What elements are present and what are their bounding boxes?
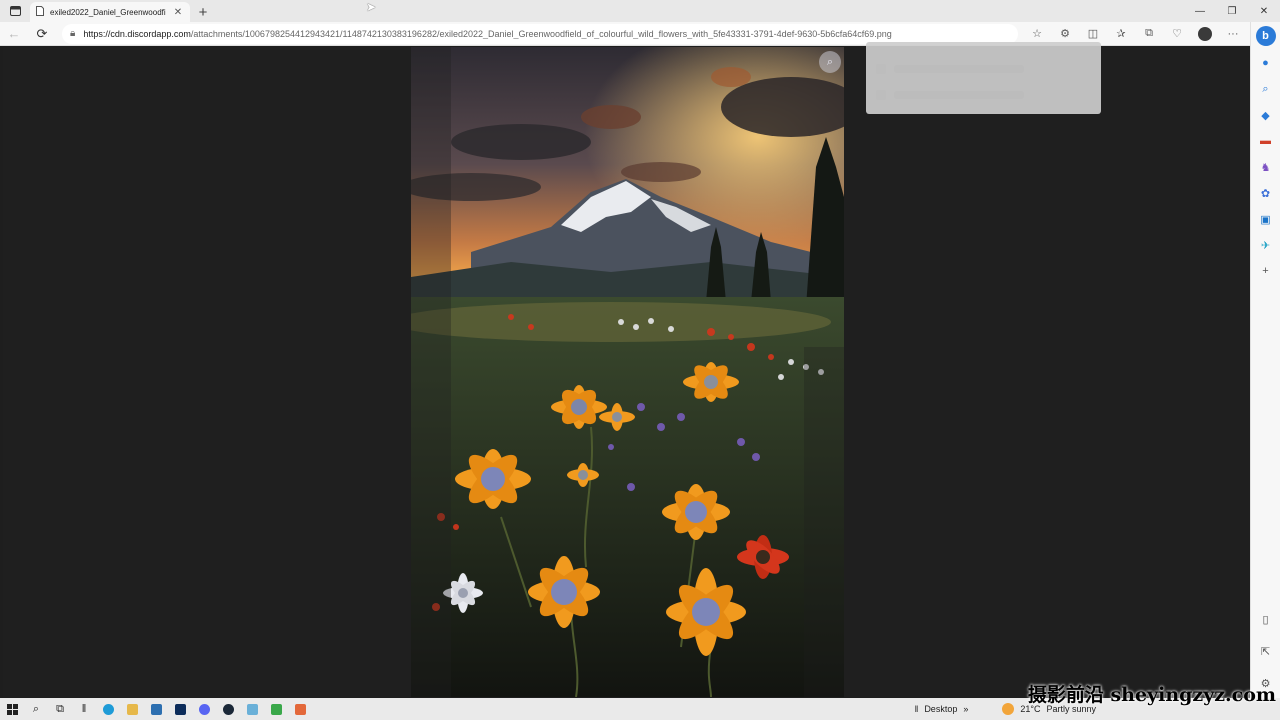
wildflower-mountain-photo[interactable] [411, 47, 844, 697]
more-dots-icon[interactable]: ··· [1220, 22, 1246, 46]
microsoft365-icon[interactable]: ✿ [1257, 184, 1275, 202]
outlook-icon[interactable]: ▣ [1257, 210, 1275, 228]
context-popup [866, 42, 1101, 114]
desktop-toolbar[interactable]: Desktop [924, 704, 957, 714]
magnify-icon[interactable]: ⌕ [819, 51, 841, 73]
green-app-icon[interactable] [264, 698, 288, 720]
popup-item[interactable] [876, 62, 1024, 76]
page-icon [36, 5, 44, 19]
popup-item-label [894, 91, 1024, 99]
notepad-icon[interactable] [240, 698, 264, 720]
watermark: 摄影前沿 sheyingzyz.com [1027, 684, 1276, 706]
search-icon[interactable]: ⌕ [1257, 80, 1275, 98]
close-window-button[interactable]: ✕ [1248, 0, 1280, 22]
tab-actions-icon[interactable] [0, 0, 30, 22]
external-link-icon[interactable]: ⇱ [1257, 642, 1275, 660]
popup-item-label [894, 65, 1024, 73]
divider-icon: ‖ [81, 703, 87, 715]
active-tab[interactable]: exiled2022_Daniel_Greenwoodfield ✕ [30, 2, 190, 22]
url-text[interactable]: https://cdn.discordapp.com/attachments/1… [83, 29, 1010, 39]
browser-essentials-icon[interactable]: ♡ [1164, 22, 1190, 46]
close-tab-icon[interactable]: ✕ [172, 7, 184, 18]
bing-icon[interactable]: b [1255, 26, 1276, 46]
steam-icon[interactable] [216, 698, 240, 720]
shopping-tag-icon[interactable]: ◆ [1257, 106, 1275, 124]
image-viewer: ⌕ [3, 47, 1250, 697]
new-tab-button[interactable]: + [190, 2, 216, 22]
lock-icon[interactable]: 🔒︎ [70, 28, 75, 39]
tab-title: exiled2022_Daniel_Greenwoodfield [50, 7, 166, 17]
edge-sidebar: b ● ⌕ ◆ ▬ ♞ ✿ ▣ ✈ + ▯ ⇱ ⚙ [1250, 22, 1280, 698]
discord-icon[interactable] [192, 698, 216, 720]
file-explorer-icon[interactable] [120, 698, 144, 720]
window-controls: — ❐ ✕ [1184, 0, 1280, 22]
edge-icon[interactable] [96, 698, 120, 720]
drop-icon[interactable]: ✈ [1257, 236, 1275, 254]
games-icon[interactable]: ♞ [1257, 158, 1275, 176]
tools-icon[interactable]: ▬ [1257, 132, 1275, 150]
popup-item-icon [876, 90, 886, 100]
sidebar-toggle-icon[interactable]: ▯ [1257, 610, 1275, 628]
maximize-button[interactable]: ❐ [1216, 0, 1248, 22]
task-view-icon[interactable]: ⧉ [48, 698, 72, 720]
collections-icon[interactable]: ⧉ [1136, 22, 1162, 46]
avatar[interactable] [1198, 26, 1212, 41]
start-icon[interactable] [0, 698, 24, 720]
refresh-icon[interactable]: ⟳ [28, 22, 56, 46]
desktop-separator-icon: ‖ [914, 704, 919, 714]
search-icon[interactable]: ⌕ [24, 698, 48, 720]
store-icon[interactable] [144, 698, 168, 720]
popup-item-icon [876, 64, 886, 74]
address-bar[interactable]: 🔒︎ https://cdn.discordapp.com/attachment… [62, 23, 1018, 44]
minimize-button[interactable]: — [1184, 0, 1216, 22]
chevron-icon[interactable]: » [963, 704, 968, 714]
add-icon[interactable]: + [1257, 262, 1275, 280]
popup-item[interactable] [876, 88, 1024, 102]
tab-strip: exiled2022_Daniel_Greenwoodfield ✕ + — ❐… [0, 0, 1280, 22]
favorites-icon[interactable]: ✰ [1108, 22, 1134, 46]
photoshop-icon[interactable] [168, 698, 192, 720]
mouse-cursor-icon: ➤ [366, 0, 377, 14]
bell-icon[interactable]: ● [1257, 54, 1275, 72]
orange-app-icon[interactable] [288, 698, 312, 720]
back-arrow-icon[interactable]: ← [0, 22, 28, 46]
weather-icon[interactable] [1002, 703, 1015, 715]
